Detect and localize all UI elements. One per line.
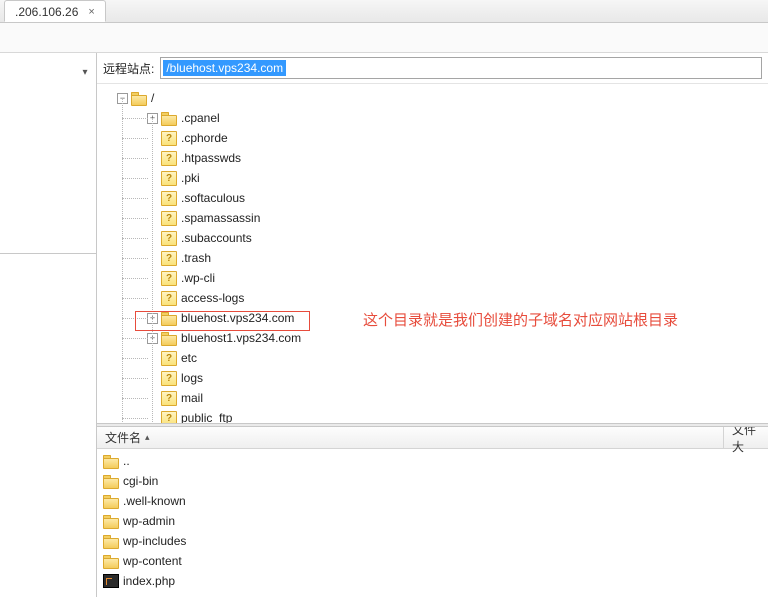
list-item-label: .well-known <box>123 494 186 508</box>
tree-item[interactable]: etc <box>103 348 764 368</box>
tree-item[interactable]: .trash <box>103 248 764 268</box>
list-item-label: cgi-bin <box>123 474 158 488</box>
unknown-icon <box>161 271 177 285</box>
list-item[interactable]: index.php <box>97 571 768 591</box>
tab-bar: .206.106.26 × <box>0 0 768 23</box>
tree-item[interactable]: .spamassassin <box>103 208 764 228</box>
tree-item-label: .cpanel <box>181 111 220 125</box>
list-item-label: wp-includes <box>123 534 186 548</box>
tree-item[interactable]: + .cpanel <box>103 108 764 128</box>
toolbar-area <box>0 23 768 53</box>
remote-path-label: 远程站点: <box>103 60 154 77</box>
remote-tree[interactable]: − / + .cpanel .cphorde .htpasswds .pki .… <box>97 83 768 423</box>
folder-icon <box>161 312 177 325</box>
remote-path-row: 远程站点: /bluehost.vps234.com <box>97 53 768 83</box>
php-file-icon <box>103 574 119 588</box>
tree-item-label: .htpasswds <box>181 151 241 165</box>
remote-path-combo[interactable]: /bluehost.vps234.com <box>160 57 762 79</box>
tree-item-label: access-logs <box>181 291 244 305</box>
list-body[interactable]: .. cgi-bin .well-known wp-admin wp-inclu… <box>97 449 768 597</box>
unknown-icon <box>161 171 177 185</box>
tree-item-label: .softaculous <box>181 191 245 205</box>
remote-path-value: /bluehost.vps234.com <box>163 60 286 76</box>
tree-item-label: .spamassassin <box>181 211 260 225</box>
folder-icon <box>103 455 119 468</box>
tree-item[interactable]: .wp-cli <box>103 268 764 288</box>
tree-item[interactable]: .htpasswds <box>103 148 764 168</box>
local-pane: ▾ <box>0 53 97 597</box>
connection-tab[interactable]: .206.106.26 × <box>4 0 106 22</box>
tree-item-label: mail <box>181 391 203 405</box>
unknown-icon <box>161 411 177 423</box>
tree-item[interactable]: .softaculous <box>103 188 764 208</box>
remote-pane: 远程站点: /bluehost.vps234.com − / + .cpanel… <box>97 53 768 597</box>
tree-item-label: .wp-cli <box>181 271 215 285</box>
folder-icon <box>103 475 119 488</box>
folder-icon <box>103 515 119 528</box>
unknown-icon <box>161 131 177 145</box>
tab-label: .206.106.26 <box>15 5 78 19</box>
tree-item-label: .subaccounts <box>181 231 252 245</box>
tree-item-label: .trash <box>181 251 211 265</box>
list-header: 文件名 ▴ 文件大 <box>97 427 768 449</box>
remote-file-list: 文件名 ▴ 文件大 .. cgi-bin .well-known wp-admi… <box>97 427 768 597</box>
tree-item-label: logs <box>181 371 203 385</box>
unknown-icon <box>161 251 177 265</box>
tree-root-label: / <box>151 91 154 105</box>
list-item-label: .. <box>123 454 130 468</box>
sort-caret-icon: ▴ <box>145 432 150 443</box>
list-item-label: wp-admin <box>123 514 175 528</box>
unknown-icon <box>161 291 177 305</box>
tree-item-label: .cphorde <box>181 131 228 145</box>
tree-item[interactable]: .subaccounts <box>103 228 764 248</box>
tree-item[interactable]: .cphorde <box>103 128 764 148</box>
tree-item[interactable]: .pki <box>103 168 764 188</box>
folder-icon <box>161 112 177 125</box>
folder-icon <box>161 332 177 345</box>
unknown-icon <box>161 351 177 365</box>
unknown-icon <box>161 191 177 205</box>
list-item[interactable]: wp-admin <box>97 511 768 531</box>
unknown-icon <box>161 211 177 225</box>
column-filesize[interactable]: 文件大 <box>724 427 768 448</box>
folder-icon <box>131 92 147 105</box>
list-item[interactable]: .. <box>97 451 768 471</box>
tree-item-label: etc <box>181 351 197 365</box>
tree-item[interactable]: logs <box>103 368 764 388</box>
tree-item-label: bluehost1.vps234.com <box>181 331 301 345</box>
tree-item-label: .pki <box>181 171 200 185</box>
unknown-icon <box>161 391 177 405</box>
tree-item[interactable]: + bluehost.vps234.com <box>103 308 764 328</box>
list-item[interactable]: cgi-bin <box>97 471 768 491</box>
list-item[interactable]: wp-content <box>97 551 768 571</box>
unknown-icon <box>161 371 177 385</box>
tree-item-label: bluehost.vps234.com <box>181 311 294 325</box>
column-filename[interactable]: 文件名 ▴ <box>97 427 724 448</box>
close-icon[interactable]: × <box>86 6 96 18</box>
folder-icon <box>103 495 119 508</box>
list-item-label: wp-content <box>123 554 182 568</box>
list-item-label: index.php <box>123 574 175 588</box>
folder-icon <box>103 555 119 568</box>
tree-item[interactable]: public_ftp <box>103 408 764 423</box>
tree-item[interactable]: mail <box>103 388 764 408</box>
tree-item-label: public_ftp <box>181 411 232 423</box>
tree-item[interactable]: access-logs <box>103 288 764 308</box>
chevron-down-icon[interactable]: ▾ <box>78 65 92 79</box>
list-item[interactable]: .well-known <box>97 491 768 511</box>
tree-item[interactable]: + bluehost1.vps234.com <box>103 328 764 348</box>
folder-icon <box>103 535 119 548</box>
unknown-icon <box>161 231 177 245</box>
list-item[interactable]: wp-includes <box>97 531 768 551</box>
unknown-icon <box>161 151 177 165</box>
tree-root[interactable]: − / <box>103 88 764 108</box>
